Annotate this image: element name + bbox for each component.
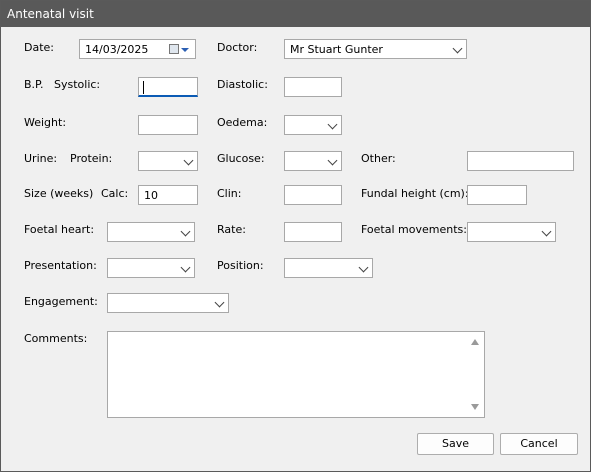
bp-label: B.P.	[24, 78, 44, 91]
weight-label: Weight:	[24, 116, 67, 129]
size-weeks-label: Size (weeks)	[24, 187, 94, 200]
chevron-down-icon	[214, 297, 225, 308]
chevron-down-icon	[327, 155, 338, 166]
calc-value: 10	[144, 189, 158, 202]
systolic-input[interactable]	[138, 77, 198, 97]
presentation-select[interactable]	[107, 258, 195, 278]
glucose-label: Glucose:	[217, 152, 265, 165]
chevron-down-icon	[452, 43, 463, 54]
text-caret	[143, 81, 144, 94]
glucose-select[interactable]	[284, 151, 342, 171]
calc-label: Calc:	[101, 187, 129, 200]
antenatal-visit-dialog: Antenatal visit Date: 14/03/2025 Doctor:…	[0, 0, 591, 472]
chevron-down-icon	[327, 119, 338, 130]
comments-textarea[interactable]	[107, 331, 485, 418]
position-label: Position:	[217, 259, 264, 272]
rate-label: Rate:	[217, 223, 246, 236]
chevron-down-icon	[180, 226, 191, 237]
date-value: 14/03/2025	[85, 43, 149, 56]
chevron-down-icon	[183, 155, 194, 166]
position-select[interactable]	[284, 258, 373, 278]
date-picker[interactable]: 14/03/2025	[79, 39, 196, 59]
comments-label: Comments:	[24, 332, 88, 345]
doctor-select[interactable]: Mr Stuart Gunter	[284, 39, 467, 59]
title-bar: Antenatal visit	[1, 1, 590, 27]
engagement-select[interactable]	[107, 293, 229, 313]
date-label: Date:	[24, 41, 54, 54]
chevron-down-icon	[180, 262, 191, 273]
engagement-label: Engagement:	[24, 295, 98, 308]
protein-select[interactable]	[138, 151, 198, 171]
systolic-label: Systolic:	[54, 78, 101, 91]
weight-input[interactable]	[138, 115, 198, 135]
presentation-label: Presentation:	[24, 259, 97, 272]
chevron-down-icon	[358, 262, 369, 273]
doctor-value: Mr Stuart Gunter	[290, 43, 383, 56]
fundal-height-input[interactable]	[467, 185, 527, 205]
protein-label: Protein:	[70, 152, 113, 165]
other-label: Other:	[361, 152, 396, 165]
foetal-movements-select[interactable]	[467, 222, 556, 242]
chevron-down-icon	[541, 226, 552, 237]
date-dropdown-arrow-icon[interactable]	[181, 48, 189, 52]
foetal-movements-label: Foetal movements:	[361, 223, 467, 236]
clin-input[interactable]	[284, 185, 342, 205]
doctor-label: Doctor:	[217, 41, 258, 54]
diastolic-input[interactable]	[284, 77, 342, 97]
oedema-select[interactable]	[284, 115, 342, 135]
diastolic-label: Diastolic:	[217, 78, 268, 91]
foetal-heart-select[interactable]	[107, 222, 195, 242]
rate-input[interactable]	[284, 222, 342, 242]
other-input[interactable]	[467, 151, 574, 171]
window-title: Antenatal visit	[7, 7, 94, 21]
scroll-down-arrow-icon[interactable]	[471, 404, 479, 410]
foetal-heart-label: Foetal heart:	[24, 223, 95, 236]
calc-input[interactable]: 10	[138, 185, 198, 205]
urine-label: Urine:	[24, 152, 58, 165]
fundal-height-label: Fundal height (cm):	[361, 187, 469, 200]
calendar-icon[interactable]	[169, 44, 179, 54]
clin-label: Clin:	[217, 187, 242, 200]
oedema-label: Oedema:	[217, 116, 268, 129]
save-button[interactable]: Save	[417, 433, 494, 455]
cancel-button[interactable]: Cancel	[500, 433, 578, 455]
scroll-up-arrow-icon[interactable]	[471, 339, 479, 345]
